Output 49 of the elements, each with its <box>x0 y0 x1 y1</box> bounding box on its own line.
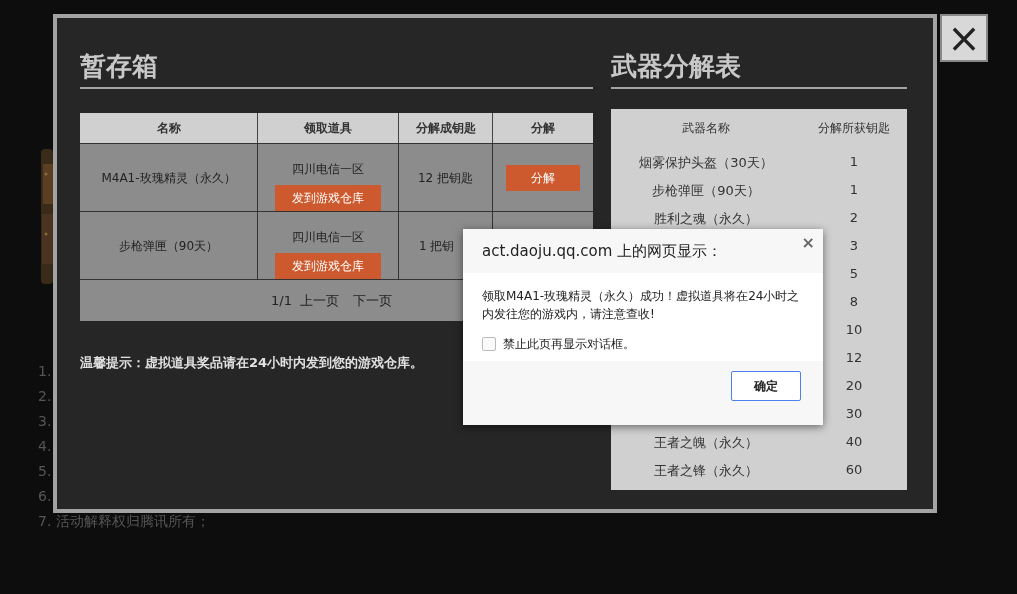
key-count: 12 <box>845 349 863 368</box>
suppress-label: 禁止此页再显示对话框。 <box>503 336 635 353</box>
column-header: 领取道具 <box>304 120 352 137</box>
column-header: 分解所获钥匙 <box>817 120 891 137</box>
suppress-checkbox[interactable] <box>482 337 496 351</box>
key-count: 12 把钥匙 <box>417 169 474 187</box>
weapon-name: 王者之锋（永久） <box>654 462 758 478</box>
key-count: 30 <box>845 405 863 424</box>
close-button[interactable]: × <box>940 14 988 62</box>
key-count: 60 <box>845 461 863 480</box>
column-header: 分解 <box>531 120 555 137</box>
weapon-name: 步枪弹匣（90天） <box>652 182 760 198</box>
key-count: 1 <box>849 153 859 172</box>
key-count: 8 <box>849 293 859 312</box>
weapon-name: 王者之魄（永久） <box>654 434 758 450</box>
column-header: 名称 <box>156 120 181 137</box>
server-name: 四川电信一区 <box>292 229 364 246</box>
key-count: 40 <box>845 433 863 452</box>
item-name: M4A1-玫瑰精灵（永久） <box>101 169 236 187</box>
weapon-name: 胜利之魂（永久） <box>654 210 758 226</box>
section-title: 暂存箱 <box>80 51 158 81</box>
rule-item: 5. <box>38 462 52 481</box>
decompose-button[interactable]: 分解 <box>506 164 580 191</box>
ok-button[interactable]: 确定 <box>731 371 801 401</box>
rule-item: 4. <box>38 437 52 456</box>
send-to-warehouse-button[interactable]: 发到游戏仓库 <box>275 185 381 211</box>
weapon-name: 烟雾保护头盔（30天） <box>639 154 773 170</box>
section-title: 武器分解表 <box>611 51 741 81</box>
rule-item: 1. <box>38 362 52 381</box>
send-to-warehouse-button[interactable]: 发到游戏仓库 <box>275 253 381 279</box>
rule-item: 2. <box>38 387 52 406</box>
key-count: 1 <box>849 181 859 200</box>
rule-item: 3. <box>38 412 52 431</box>
page-indicator: 1/1 <box>271 291 292 310</box>
column-header: 武器名称 <box>681 120 731 137</box>
key-count: 20 <box>845 377 863 396</box>
key-count: 5 <box>849 265 859 284</box>
dialog-message: 领取M4A1-玫瑰精灵（永久）成功！虚拟道具将在24小时之内发往您的游戏内，请注意查收! <box>482 288 801 323</box>
tip-text: 温馨提示：虚拟道具奖品请在24小时内发到您的游戏仓库。 <box>80 354 425 372</box>
server-name: 四川电信一区 <box>292 161 364 178</box>
dialog-title: act.daoju.qq.com 上的网页显示： <box>482 240 723 262</box>
rule-item: 6. <box>38 487 52 506</box>
key-count: 10 <box>845 321 863 340</box>
rule-item: 7. 活动解释权归腾讯所有； <box>38 512 210 531</box>
key-count: 1 把钥 <box>419 237 455 255</box>
column-header: 分解成钥匙 <box>415 120 476 137</box>
item-name: 步枪弹匣（90天） <box>118 237 219 255</box>
key-count: 3 <box>849 237 859 256</box>
key-count: 2 <box>849 209 859 228</box>
